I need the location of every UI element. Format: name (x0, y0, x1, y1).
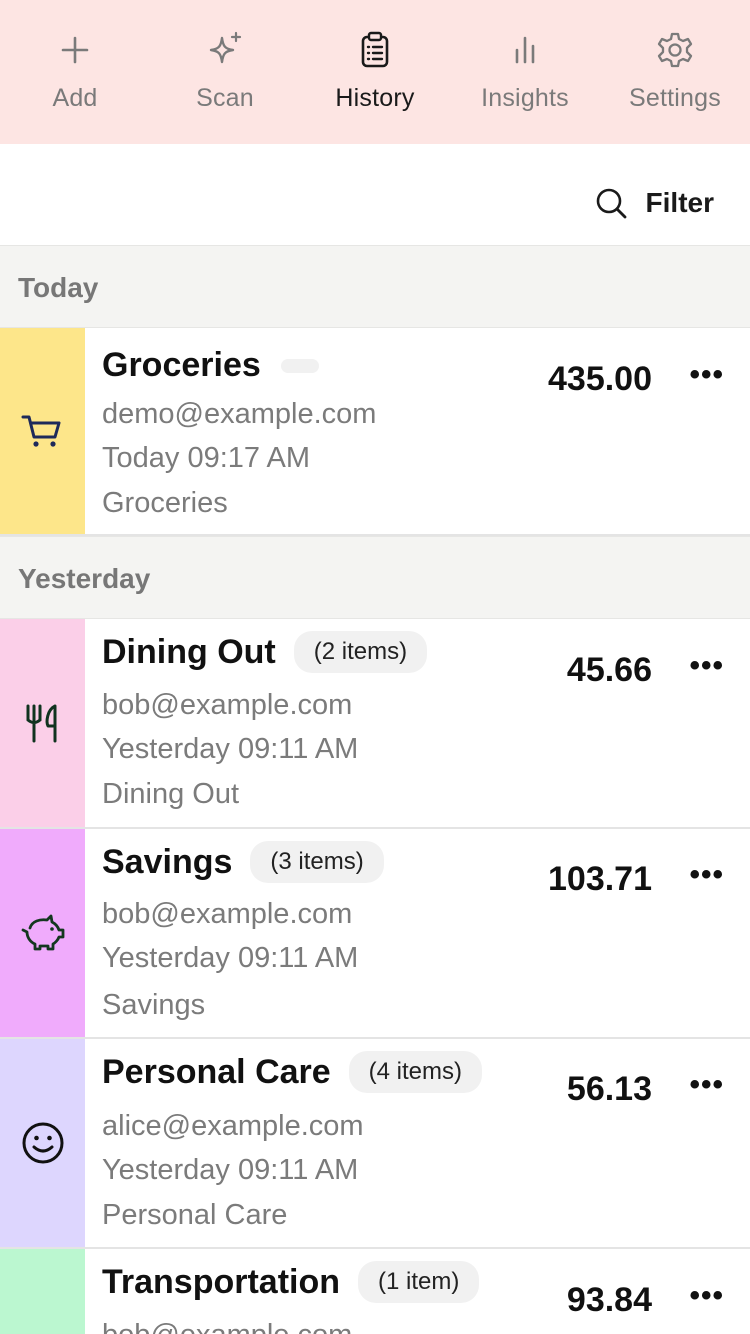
more-options-button[interactable]: ••• (689, 358, 724, 392)
transaction-row[interactable]: Transportation (1 item) bob@example.com … (0, 1249, 750, 1334)
row-time: Yesterday 09:11 AM (102, 942, 359, 974)
row-title: Savings (102, 842, 233, 881)
row-category: Dining Out (102, 778, 240, 810)
smile-icon (22, 1122, 63, 1164)
section-header-yesterday: Yesterday (0, 536, 750, 619)
nav-settings[interactable]: Settings (600, 0, 750, 144)
row-title-line: Dining Out (2 items) (102, 631, 428, 673)
nav-add-label: Add (52, 84, 98, 112)
gear-icon (655, 30, 695, 70)
category-swatch (0, 328, 85, 534)
row-title-line: Savings (3 items) (102, 841, 384, 883)
more-options-button[interactable]: ••• (689, 858, 724, 892)
shopping-cart-icon (21, 415, 60, 447)
transaction-row[interactable]: Groceries demo@example.com Today 09:17 A… (0, 328, 750, 536)
row-category: Savings (102, 989, 206, 1021)
row-amount: 56.13 (566, 1070, 652, 1108)
section-header-today: Today (0, 245, 750, 328)
item-count-badge: (1 item) (358, 1261, 480, 1303)
transaction-row[interactable]: Savings (3 items) bob@example.com Yester… (0, 829, 750, 1039)
top-navigation: Add Scan History Insights Settings (0, 0, 750, 144)
item-count-badge: (4 items) (348, 1051, 483, 1093)
row-title: Groceries (102, 346, 261, 384)
search-icon (596, 188, 626, 219)
more-options-button[interactable]: ••• (689, 1279, 724, 1313)
row-amount: 93.84 (566, 1281, 652, 1319)
category-swatch (0, 829, 85, 1037)
row-category: Personal Care (102, 1199, 288, 1231)
bar-chart-icon (505, 30, 545, 70)
row-time: Today 09:17 AM (102, 442, 310, 474)
row-title: Dining Out (102, 632, 276, 671)
filter-button[interactable]: Filter (594, 186, 714, 220)
transaction-row[interactable]: Dining Out (2 items) bob@example.com Yes… (0, 619, 750, 829)
nav-insights-label: Insights (481, 84, 569, 112)
row-title: Transportation (102, 1262, 341, 1301)
category-swatch (0, 1249, 85, 1334)
row-amount: 103.71 (548, 860, 652, 898)
utensils-icon (26, 704, 56, 743)
filter-label: Filter (645, 187, 714, 218)
nav-scan-label: Scan (196, 84, 254, 112)
filter-bar: Filter (0, 144, 750, 245)
nav-insights[interactable]: Insights (450, 0, 600, 144)
item-count-badge: (3 items) (250, 841, 384, 883)
nav-history-label: History (335, 84, 415, 112)
row-email: bob@example.com (102, 898, 353, 930)
more-options-button[interactable]: ••• (689, 1068, 724, 1102)
row-amount: 45.66 (566, 651, 652, 689)
row-title-line: Groceries (102, 346, 319, 385)
sparkle-icon (205, 30, 245, 70)
row-title-line: Personal Care (4 items) (102, 1051, 483, 1093)
row-email: demo@example.com (102, 398, 377, 430)
clipboard-list-icon (355, 30, 395, 70)
more-options-button[interactable]: ••• (689, 649, 724, 683)
category-swatch (0, 1039, 85, 1247)
row-time: Yesterday 09:11 AM (102, 1154, 359, 1186)
row-title-line: Transportation (1 item) (102, 1261, 480, 1303)
plus-icon (55, 30, 95, 70)
nav-settings-label: Settings (629, 84, 721, 112)
piggy-bank-icon (21, 914, 64, 951)
nav-scan[interactable]: Scan (150, 0, 300, 144)
nav-history[interactable]: History (300, 0, 450, 144)
transaction-row[interactable]: Personal Care (4 items) alice@example.co… (0, 1039, 750, 1249)
category-swatch (0, 619, 85, 827)
row-email: bob@example.com (102, 1319, 352, 1334)
section-label: Today (18, 272, 99, 303)
row-category: Groceries (102, 487, 228, 519)
row-email: bob@example.com (102, 689, 353, 721)
row-amount: 435.00 (548, 360, 652, 398)
row-email: alice@example.com (102, 1110, 364, 1142)
section-label: Yesterday (18, 563, 151, 594)
item-count-badge: (2 items) (293, 631, 428, 673)
row-time: Yesterday 09:11 AM (102, 733, 359, 765)
nav-add[interactable]: Add (0, 0, 150, 144)
row-title: Personal Care (102, 1052, 331, 1091)
item-count-badge (280, 358, 319, 373)
